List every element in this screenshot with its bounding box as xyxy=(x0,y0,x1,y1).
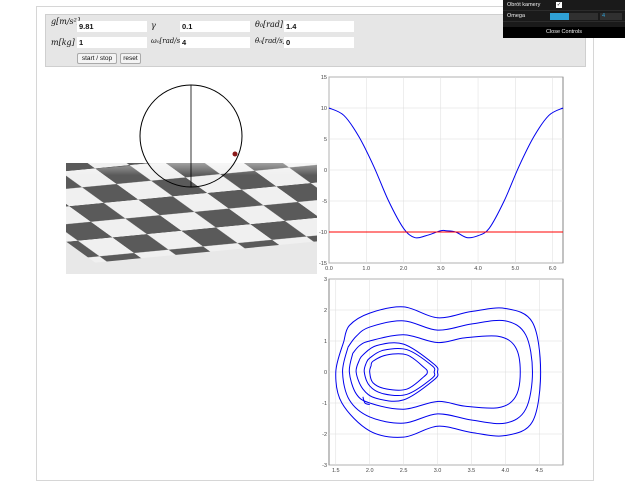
x-tick-label: 3.0 xyxy=(434,468,442,474)
theta0-label: θ₀[rad] xyxy=(255,20,283,29)
reset-button[interactable]: reset xyxy=(120,53,141,64)
y-tick-label: 3 xyxy=(324,277,327,283)
y-tick-label: -1 xyxy=(322,401,327,407)
theta0-input[interactable] xyxy=(284,21,354,32)
omega-value[interactable]: 4 xyxy=(600,13,622,20)
x-tick-label: 3.0 xyxy=(437,266,445,272)
camera-row: Obrót kamery ✓ xyxy=(503,0,625,11)
camera-rotation-checkbox[interactable]: ✓ xyxy=(556,2,562,8)
y-tick-label: 1 xyxy=(324,339,327,345)
pendulum-3d-view[interactable] xyxy=(66,75,317,274)
pendulum-bob[interactable] xyxy=(232,151,238,157)
g-input[interactable] xyxy=(77,21,147,32)
x-tick-label: 2.0 xyxy=(400,266,408,272)
start-stop-button[interactable]: start / stop xyxy=(77,53,117,64)
thetadot0-label: θ̇₀[rad/s] xyxy=(255,37,286,45)
x-tick-label: 1.0 xyxy=(362,266,370,272)
x-tick-label: 1.5 xyxy=(332,468,340,474)
x-tick-label: 6.0 xyxy=(549,266,557,272)
y-tick-label: 15 xyxy=(321,75,327,81)
x-tick-label: 2.0 xyxy=(366,468,374,474)
phase-plot: 1.5 2.0 2.5 3.0 3.5 4.0 4.5 3 2 1 0 -1 -2 -3 xyxy=(322,277,564,474)
y-tick-label: -10 xyxy=(319,230,327,236)
m-input[interactable] xyxy=(77,37,147,48)
x-tick-label: 3.5 xyxy=(468,468,476,474)
x-tick-label: 2.5 xyxy=(400,468,408,474)
gamma-input[interactable] xyxy=(180,21,250,32)
omega-label: Omega xyxy=(507,13,526,19)
controls-panel: Obrót kamery ✓ Omega 4 Close Controls xyxy=(503,0,625,38)
g-label: g[m/s²] xyxy=(51,17,80,26)
omega-slider-fill xyxy=(550,13,570,20)
y-tick-label: -2 xyxy=(322,432,327,438)
omega0-input[interactable] xyxy=(180,37,250,48)
omega0-label: ω₀[rad/s] xyxy=(151,37,183,45)
y-tick-label: 10 xyxy=(321,106,327,112)
omega-slider[interactable] xyxy=(550,13,598,20)
y-tick-label: -15 xyxy=(319,261,327,267)
gamma-label: γ xyxy=(151,21,156,30)
y-tick-label: -5 xyxy=(322,199,327,205)
y-tick-label: -3 xyxy=(322,463,327,469)
omega-row: Omega 4 xyxy=(503,11,625,22)
x-tick-label: 5.0 xyxy=(511,266,519,272)
x-tick-label: 4.0 xyxy=(474,266,482,272)
y-tick-label: 0 xyxy=(324,168,327,174)
m-label: m[kg] xyxy=(51,38,75,47)
y-tick-label: 2 xyxy=(324,308,327,314)
y-tick-label: 0 xyxy=(324,370,327,376)
y-tick-label: 5 xyxy=(324,137,327,143)
thetadot0-input[interactable] xyxy=(284,37,354,48)
camera-label: Obrót kamery xyxy=(507,2,541,8)
close-controls-button[interactable]: Close Controls xyxy=(503,27,625,38)
x-tick-label: 4.0 xyxy=(502,468,510,474)
x-tick-label: 4.5 xyxy=(535,468,543,474)
energy-plot: 0.0 1.0 2.0 3.0 4.0 5.0 6.0151050-5-10-15 xyxy=(319,75,564,272)
